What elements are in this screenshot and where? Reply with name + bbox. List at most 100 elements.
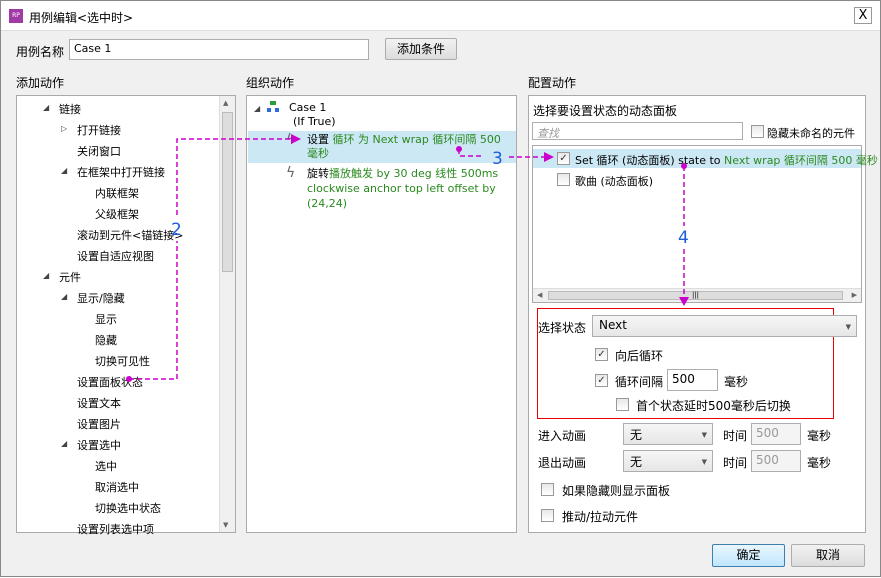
chevron-down-icon: ▼: [701, 431, 707, 439]
enter-anim-label: 进入动画: [538, 429, 587, 443]
tree-item[interactable]: 设置文本: [77, 395, 121, 411]
horizontal-scrollbar[interactable]: ◀ ||| ▶: [533, 288, 861, 302]
tree-item[interactable]: 元件: [59, 269, 81, 285]
tree-item[interactable]: 关闭窗口: [77, 143, 121, 159]
search-input[interactable]: 查找: [532, 122, 743, 140]
select-state-label: 选择状态: [538, 321, 587, 335]
tree-item[interactable]: 选中: [95, 458, 117, 474]
panel-checkbox[interactable]: ✓: [557, 152, 570, 165]
enter-time-input[interactable]: 500: [751, 423, 801, 445]
organize-action-heading: 组织动作: [246, 76, 295, 90]
enter-time-label: 时间: [723, 429, 748, 443]
case-condition: (If True): [293, 115, 336, 128]
interval-label: 循环间隔: [615, 375, 664, 389]
select-state-value: Next: [599, 318, 627, 332]
tree-item[interactable]: 切换选中状态: [95, 500, 161, 516]
close-button[interactable]: X: [854, 7, 872, 24]
exit-anim-dropdown[interactable]: 无 ▼: [623, 450, 713, 472]
hide-unnamed-checkbox[interactable]: [751, 125, 764, 138]
interval-input[interactable]: 500: [667, 369, 718, 391]
tree-item[interactable]: 链接: [59, 101, 81, 117]
tree-item[interactable]: 显示/隐藏: [77, 290, 125, 306]
hide-unnamed-label: 隐藏未命名的元件: [767, 127, 855, 140]
first-delay-checkbox[interactable]: [616, 398, 629, 411]
action1-verb: 设置: [307, 133, 333, 146]
panel-label: Set 循环 (动态面板) state to: [575, 154, 725, 167]
collapse-triangle-icon[interactable]: ◢: [61, 166, 67, 175]
lightning-icon: ϟ: [286, 165, 296, 181]
action2-verb: 旋转: [307, 167, 329, 180]
scroll-thumb[interactable]: [222, 112, 233, 272]
push-widgets-checkbox[interactable]: [541, 509, 554, 522]
configure-action-heading: 配置动作: [528, 76, 577, 90]
add-condition-button[interactable]: 添加条件: [385, 38, 457, 60]
add-action-heading: 添加动作: [16, 76, 65, 90]
show-if-hidden-checkbox[interactable]: [541, 483, 554, 496]
panel-label: 歌曲 (动态面板): [575, 175, 654, 188]
collapse-triangle-icon[interactable]: ◢: [43, 103, 49, 112]
tree-item[interactable]: 设置自适应视图: [77, 248, 154, 264]
tree-item[interactable]: 滚动到元件<锚链接>: [77, 227, 183, 243]
tree-item[interactable]: 设置选中: [77, 437, 121, 453]
action-row[interactable]: ϟ 旋转播放触发 by 30 deg 线性 500ms clockwise an…: [248, 164, 516, 210]
case-name-label: 用例名称: [16, 45, 65, 59]
action1-detail: 循环 为 Next wrap 循环间隔 500 毫秒: [307, 133, 501, 160]
cancel-button[interactable]: 取消: [791, 544, 865, 567]
scroll-thumb[interactable]: |||: [548, 291, 843, 300]
dialog-title: 用例编辑<选中时>: [29, 11, 134, 25]
panel-list: ✓ Set 循环 (动态面板) state to Next wrap 循环间隔 …: [532, 145, 878, 303]
exit-time-unit: 毫秒: [807, 456, 832, 470]
case-name-input[interactable]: Case 1: [69, 39, 369, 60]
action2-detail: 播放触发 by 30 deg 线性 500ms clockwise anchor…: [307, 167, 499, 210]
tree-item[interactable]: 显示: [95, 311, 117, 327]
tree-item[interactable]: 切换可见性: [95, 353, 150, 369]
chevron-down-icon: ▼: [845, 323, 851, 331]
chevron-down-icon: ▼: [701, 458, 707, 466]
panel-select-heading: 选择要设置状态的动态面板: [533, 104, 678, 118]
enter-anim-value: 无: [630, 428, 643, 442]
exit-time-input[interactable]: 500: [751, 450, 801, 472]
tree-item[interactable]: 取消选中: [95, 479, 139, 495]
panel-checkbox[interactable]: [557, 173, 570, 186]
first-delay-label: 首个状态延时500毫秒后切换: [636, 399, 791, 413]
enter-anim-dropdown[interactable]: 无 ▼: [623, 423, 713, 445]
exit-anim-value: 无: [630, 455, 643, 469]
collapse-triangle-icon[interactable]: ◢: [61, 292, 67, 301]
lightning-icon: ϟ: [286, 132, 296, 148]
tree-scrollbar[interactable]: ▲ ▼: [219, 96, 235, 532]
tree-item[interactable]: 隐藏: [95, 332, 117, 348]
tree-item[interactable]: 设置列表选中项: [77, 521, 154, 537]
collapse-triangle-icon[interactable]: ◢: [43, 271, 49, 280]
configure-panel: 选择要设置状态的动态面板 查找 隐藏未命名的元件 ✓ Set 循环 (动态面板)…: [528, 95, 878, 533]
collapse-triangle-icon[interactable]: ◢: [61, 439, 67, 448]
case-label[interactable]: Case 1: [289, 101, 326, 114]
panel-list-item[interactable]: 歌曲 (动态面板): [533, 170, 861, 189]
show-if-hidden-label: 如果隐藏则显示面板: [562, 484, 671, 498]
tree-item[interactable]: 父级框架: [95, 206, 139, 222]
expand-triangle-icon[interactable]: ◢: [254, 104, 260, 113]
title-bar: RP 用例编辑<选中时> X: [1, 1, 880, 31]
case-tree-icon: [267, 101, 279, 112]
organize-panel: ◢ Case 1 (If True) ϟ 设置 循环 为 Next wrap 循…: [246, 95, 517, 533]
push-widgets-label: 推动/拉动元件: [562, 510, 639, 524]
dialog-window: RP 用例编辑<选中时> X 用例名称 Case 1 添加条件 添加动作 组织动…: [0, 0, 881, 577]
wrap-checkbox[interactable]: ✓: [595, 348, 608, 361]
wrap-label: 向后循环: [615, 349, 664, 363]
tree-item[interactable]: 内联框架: [95, 185, 139, 201]
panel-detail: Next wrap 循环间隔 500 毫秒: [724, 154, 878, 167]
action-tree: ▲ ▼ 链接 ◢ 打开链接 ▷ 关闭窗口在框架中打开链接 ◢ 内联框架父级框架滚动到元件<锚…: [16, 95, 236, 536]
exit-time-label: 时间: [723, 456, 748, 470]
tree-item[interactable]: 设置面板状态: [77, 374, 143, 390]
panel-list-item[interactable]: ✓ Set 循环 (动态面板) state to Next wrap 循环间隔 …: [533, 149, 878, 168]
ok-button[interactable]: 确定: [712, 544, 785, 567]
interval-unit: 毫秒: [724, 375, 749, 389]
expand-triangle-icon[interactable]: ▷: [61, 124, 67, 133]
tree-item[interactable]: 打开链接: [77, 122, 121, 138]
interval-checkbox[interactable]: ✓: [595, 374, 608, 387]
tree-item[interactable]: 在框架中打开链接: [77, 164, 165, 180]
action-row-selected[interactable]: ϟ 设置 循环 为 Next wrap 循环间隔 500 毫秒: [248, 131, 516, 163]
select-state-dropdown[interactable]: Next ▼: [592, 315, 857, 337]
enter-time-unit: 毫秒: [807, 429, 832, 443]
tree-item[interactable]: 设置图片: [77, 416, 121, 432]
exit-anim-label: 退出动画: [538, 456, 587, 470]
